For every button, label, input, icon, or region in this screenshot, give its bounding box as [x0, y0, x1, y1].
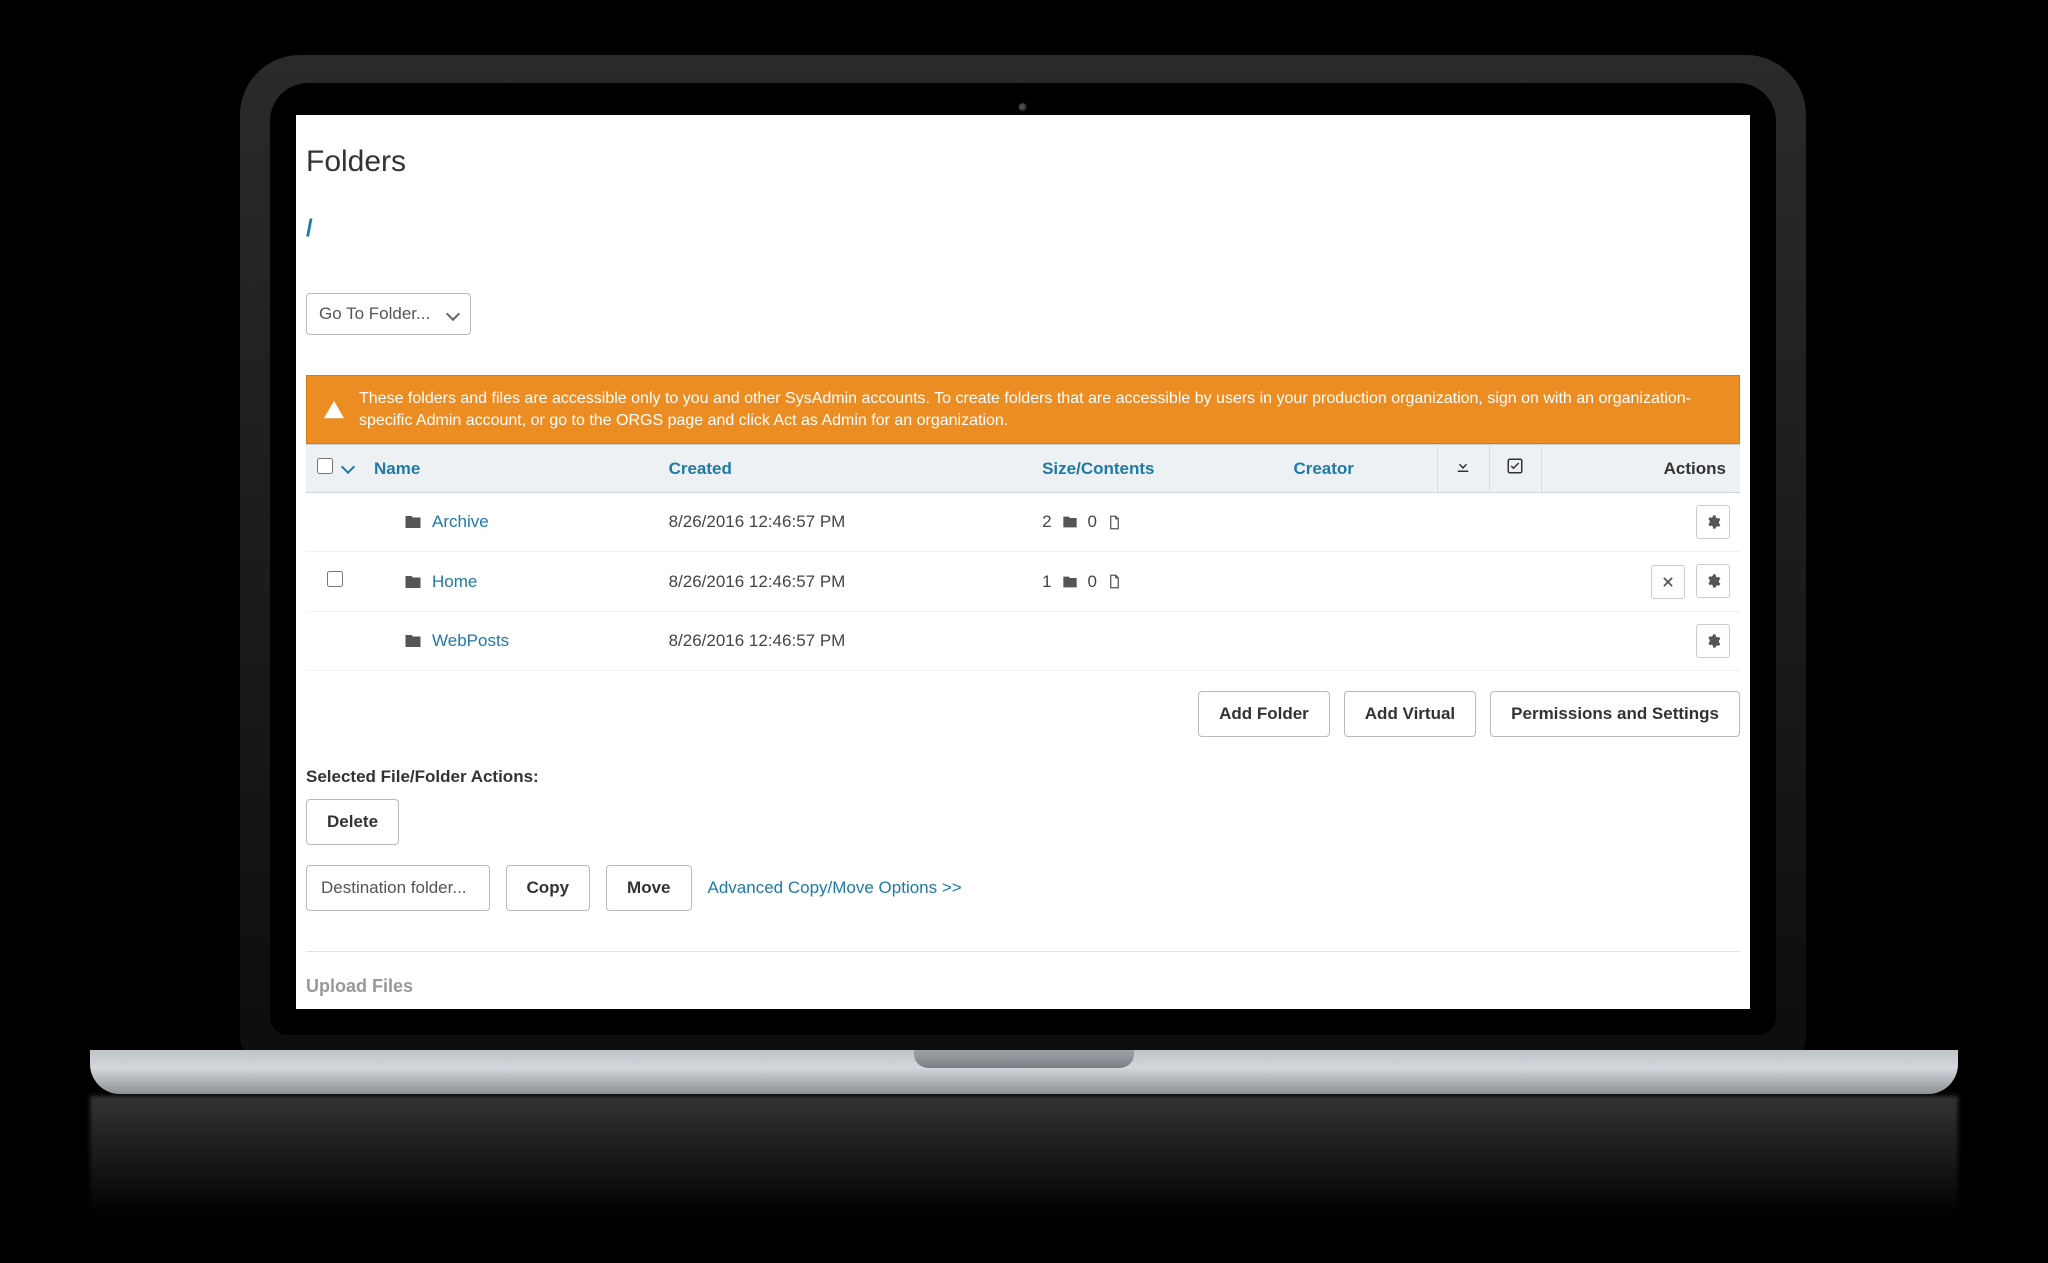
gear-icon [1705, 633, 1721, 649]
file-icon [1107, 515, 1122, 530]
creator-cell [1283, 493, 1437, 552]
upload-files-heading: Upload Files [306, 976, 1740, 997]
chevron-down-icon [446, 307, 460, 321]
chevron-down-icon[interactable] [341, 460, 355, 474]
row-settings-button[interactable] [1696, 564, 1730, 598]
created-cell: 8/26/2016 12:46:57 PM [659, 493, 1033, 552]
folder-icon [1062, 514, 1078, 530]
camera-dot [1019, 103, 1028, 112]
selected-actions-label: Selected File/Folder Actions: [306, 767, 1740, 787]
warning-icon [323, 399, 345, 421]
add-folder-button[interactable]: Add Folder [1198, 691, 1330, 737]
gear-icon [1705, 573, 1721, 589]
created-cell: 8/26/2016 12:46:57 PM [659, 612, 1033, 671]
page-title: Folders [306, 145, 1740, 179]
goto-folder-label: Go To Folder... [319, 304, 430, 324]
goto-folder-select[interactable]: Go To Folder... [306, 293, 471, 335]
breadcrumb: / [306, 215, 1740, 243]
app-screen: Folders / Go To Folder... These folders … [296, 115, 1750, 1009]
permissions-settings-button[interactable]: Permissions and Settings [1490, 691, 1740, 737]
table-row: Archive 8/26/2016 12:46:57 PM 2 0 [306, 493, 1740, 552]
folder-link[interactable]: Archive [432, 512, 489, 532]
created-cell: 8/26/2016 12:46:57 PM [659, 552, 1033, 612]
table-row: WebPosts 8/26/2016 12:46:57 PM [306, 612, 1740, 671]
size-cell [1032, 612, 1283, 671]
destination-folder-select[interactable]: Destination folder... [306, 865, 490, 911]
col-download[interactable] [1437, 445, 1489, 493]
folder-icon [404, 513, 422, 531]
advanced-copy-move-link[interactable]: Advanced Copy/Move Options >> [708, 878, 962, 898]
laptop-frame: Folders / Go To Folder... These folders … [240, 55, 1806, 1065]
creator-cell [1283, 612, 1437, 671]
laptop-notch [914, 1050, 1134, 1068]
row-delete-button[interactable] [1651, 565, 1685, 599]
breadcrumb-root-link[interactable]: / [306, 215, 313, 242]
col-created[interactable]: Created [659, 445, 1033, 493]
close-icon [1661, 575, 1675, 589]
divider [306, 951, 1740, 952]
add-virtual-button[interactable]: Add Virtual [1344, 691, 1476, 737]
move-button[interactable]: Move [606, 865, 691, 911]
download-icon [1454, 457, 1472, 475]
destination-label: Destination folder... [321, 878, 467, 898]
folder-link[interactable]: Home [432, 572, 477, 592]
row-settings-button[interactable] [1696, 624, 1730, 658]
folder-icon [1062, 574, 1078, 590]
checkbox-checked-icon [1506, 457, 1524, 475]
col-actions: Actions [1541, 445, 1740, 493]
col-size[interactable]: Size/Contents [1032, 445, 1283, 493]
folder-icon [404, 573, 422, 591]
delete-button[interactable]: Delete [306, 799, 399, 845]
laptop-reflection [90, 1096, 1958, 1216]
sysadmin-alert: These folders and files are accessible o… [306, 375, 1740, 444]
alert-text: These folders and files are accessible o… [359, 388, 1723, 431]
folder-link[interactable]: WebPosts [432, 631, 509, 651]
table-row: Home 8/26/2016 12:46:57 PM 1 0 [306, 552, 1740, 612]
file-icon [1107, 574, 1122, 589]
col-name[interactable]: Name [364, 445, 659, 493]
folders-table: Name Created Size/Contents Creator [306, 444, 1740, 671]
size-cell: 2 0 [1042, 512, 1273, 532]
row-checkbox[interactable] [327, 571, 343, 587]
folder-icon [404, 632, 422, 650]
row-settings-button[interactable] [1696, 505, 1730, 539]
creator-cell [1283, 552, 1437, 612]
col-check[interactable] [1489, 445, 1541, 493]
col-creator[interactable]: Creator [1283, 445, 1437, 493]
copy-button[interactable]: Copy [506, 865, 591, 911]
gear-icon [1705, 514, 1721, 530]
select-all-checkbox[interactable] [317, 458, 333, 474]
size-cell: 1 0 [1042, 572, 1273, 592]
